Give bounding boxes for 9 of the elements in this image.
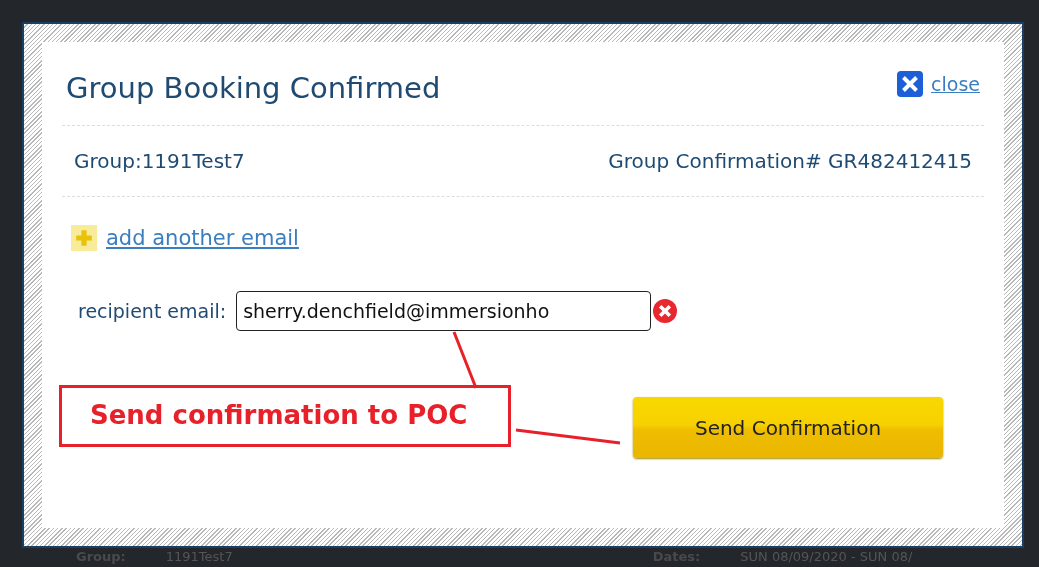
field-label: recipient email: [78,300,227,322]
email-field[interactable]: sherry.denchfield@immersionho [236,291,652,331]
group-name: Group:1191Test7 [74,149,245,173]
annotation-callout: Send confirmation to POC [59,385,511,447]
close-link[interactable]: close [931,72,980,95]
send-button[interactable]: Send Confirmation [633,397,943,458]
dialog-title: Group Booking Confirmed [66,69,441,105]
add-email-link[interactable]: add another email [106,226,299,250]
confirmation-number: Group Confirmation# GR482412415 [608,149,972,173]
